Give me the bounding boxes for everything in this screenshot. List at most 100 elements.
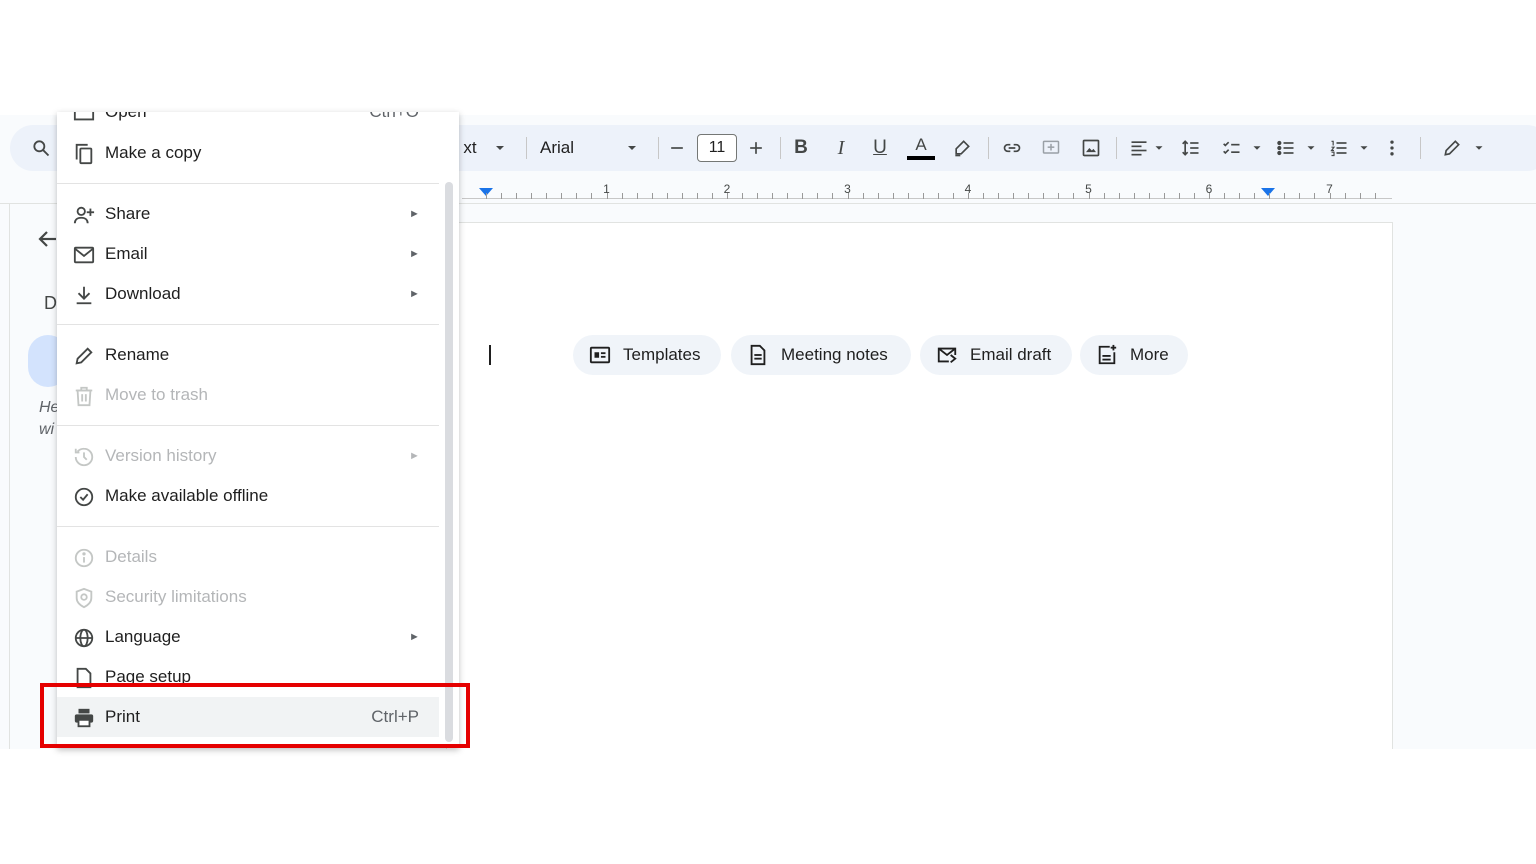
ruler-tick [1028, 193, 1030, 199]
copy-icon [75, 143, 93, 165]
ruler-tick [1103, 193, 1105, 199]
checklist-icon[interactable] [1220, 125, 1244, 171]
ruler-tick [591, 193, 593, 199]
menu-item-version-history[interactable]: Version history ► [57, 436, 439, 476]
ruler-tick [937, 193, 939, 199]
pencil-icon [75, 347, 93, 365]
submenu-arrow-icon: ► [409, 208, 420, 220]
ruler-tick [1209, 193, 1210, 199]
offline-check-icon [74, 487, 94, 507]
font-dropdown[interactable]: Arial [540, 125, 590, 171]
menu-item-label: Version history [105, 446, 217, 465]
menu-item-open[interactable]: Open Ctrl+O [57, 112, 439, 132]
ruler-tick [1374, 193, 1376, 199]
ruler-tick [742, 193, 744, 199]
ruler-baseline [462, 198, 1392, 199]
ruler-tick [862, 193, 864, 199]
chip-label: Meeting notes [781, 345, 888, 364]
ruler-tick [922, 193, 924, 199]
ruler-tick [1284, 193, 1286, 199]
ruler-tick [1013, 193, 1015, 199]
font-size-input[interactable]: 11 [697, 134, 737, 162]
highlight-pen-icon[interactable] [950, 125, 974, 171]
ruler-tick [907, 193, 909, 199]
underline-button[interactable]: U [869, 125, 891, 171]
bulleted-list-icon[interactable] [1274, 125, 1298, 171]
bold-button[interactable]: B [790, 125, 812, 171]
menu-item-language[interactable]: Language ► [57, 617, 439, 657]
ruler-tick [696, 193, 698, 199]
more-chip[interactable]: More [1080, 335, 1188, 375]
text-color-button[interactable]: A [906, 125, 936, 171]
search-menus-icon[interactable] [28, 125, 54, 171]
numbered-list-icon[interactable] [1327, 125, 1351, 171]
ruler-tick [516, 193, 518, 199]
ruler-tick [636, 193, 638, 199]
ruler-tick [1163, 193, 1165, 199]
print-highlight-box [40, 683, 470, 748]
meeting-notes-chip[interactable]: Meeting notes [731, 335, 911, 375]
toolbar-divider [1420, 137, 1421, 159]
menu-item-rename[interactable]: Rename [57, 335, 439, 375]
text-color-label: A [915, 135, 927, 154]
right-indent-marker-icon[interactable] [1261, 188, 1275, 196]
chip-label: Templates [623, 345, 701, 364]
align-chevron-icon[interactable] [1152, 125, 1166, 171]
ruler-tick [1193, 193, 1195, 199]
ruler-tick [681, 193, 683, 199]
ruler-tick [576, 193, 578, 199]
checklist-chevron-icon[interactable] [1250, 125, 1264, 171]
menu-item-label: Details [105, 547, 157, 566]
menu-item-label: Make available offline [105, 486, 269, 505]
ruler-tick [998, 193, 1000, 199]
increase-font-size-button[interactable] [745, 125, 767, 171]
menu-scrollbar[interactable] [445, 182, 453, 742]
toolbar-divider [780, 137, 781, 159]
ruler-tick [1314, 193, 1316, 199]
menu-item-label: Language [105, 627, 181, 646]
menu-item-email[interactable]: Email ► [57, 234, 439, 274]
templates-chip[interactable]: Templates [573, 335, 721, 375]
paragraph-style-dropdown[interactable]: xt [458, 125, 482, 171]
vertical-ruler[interactable] [0, 204, 10, 749]
more-options-icon[interactable] [1382, 125, 1402, 171]
menu-item-download[interactable]: Download ► [57, 274, 439, 314]
menu-item-make-a-copy[interactable]: Make a copy [57, 133, 439, 173]
decrease-font-size-button[interactable] [666, 125, 688, 171]
font-chevron-icon[interactable] [624, 125, 640, 171]
ruler-tick [787, 193, 789, 199]
horizontal-ruler[interactable]: 1234567 [462, 178, 1392, 204]
menu-item-make-available-offline[interactable]: Make available offline [57, 476, 439, 516]
ruler-tick [561, 193, 563, 199]
add-comment-icon[interactable] [1039, 125, 1063, 171]
italic-button[interactable]: I [830, 125, 852, 171]
menu-item-security-limitations[interactable]: Security limitations [57, 577, 439, 617]
insert-link-icon[interactable] [1000, 125, 1024, 171]
folder-icon [73, 112, 95, 121]
paragraph-style-chevron-icon[interactable] [492, 125, 508, 171]
email-draft-chip[interactable]: Email draft [920, 335, 1072, 375]
editing-mode-pencil-icon[interactable] [1440, 125, 1464, 171]
submenu-arrow-icon: ► [409, 450, 420, 462]
menu-item-details[interactable]: Details [57, 537, 439, 577]
menu-item-share[interactable]: Share ► [57, 194, 439, 234]
chip-label: More [1130, 345, 1169, 364]
ruler-tick [802, 193, 804, 199]
line-spacing-icon[interactable] [1179, 125, 1203, 171]
ruler-tick [1269, 193, 1271, 199]
align-left-icon[interactable] [1127, 125, 1151, 171]
ruler-tick [666, 193, 668, 199]
text-cursor [489, 345, 491, 365]
editing-mode-chevron-icon[interactable] [1472, 125, 1486, 171]
menu-item-move-to-trash[interactable]: Move to trash [57, 375, 439, 415]
underline-label: U [873, 137, 887, 158]
ruler-tick [1224, 193, 1226, 199]
document-page[interactable]: Templates Meeting notes Email draft More [446, 222, 1393, 749]
more-add-icon [1098, 344, 1117, 365]
bulleted-list-chevron-icon[interactable] [1304, 125, 1318, 171]
ruler-tick [1344, 193, 1346, 199]
menu-item-label: Email [105, 244, 148, 263]
numbered-list-chevron-icon[interactable] [1357, 125, 1371, 171]
email-draft-icon [937, 347, 957, 364]
insert-image-icon[interactable] [1079, 125, 1103, 171]
